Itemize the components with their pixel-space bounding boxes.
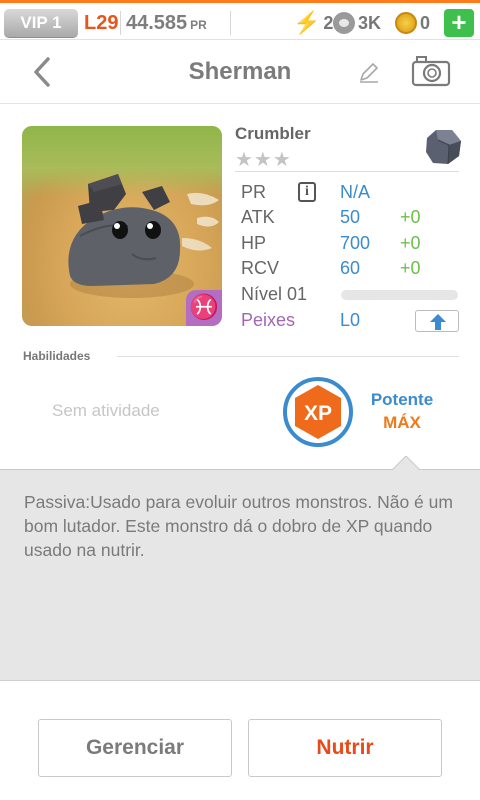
player-pr: 44.585 PR [126,12,207,35]
abilities-title: Habilidades [23,349,91,363]
vip-badge[interactable]: VIP 1 [4,9,78,37]
ability-description: Passiva:Usado para evoluir outros monstr… [24,492,453,560]
upgrade-sign-button[interactable] [415,310,459,332]
add-currency-button[interactable]: + [444,9,474,37]
status-bar: VIP 1 L29 44.585 PR ⚡ 2 3K 0 + [0,0,480,40]
sign-label: Peixes [241,310,296,330]
rcv-label: RCV [241,258,280,278]
energy-counter[interactable]: ⚡ 2 [293,10,334,35]
monster-species: Crumbler [235,124,311,143]
divider [230,11,231,35]
coin-icon [395,12,417,34]
hp-bonus: +0 [400,233,421,253]
pr-stat-value: N/A [340,182,371,202]
info-icon[interactable]: i [298,182,316,202]
rcv-value: 60 [340,258,361,278]
player-level: L29 [84,12,119,34]
atk-bonus: +0 [400,207,421,227]
level-label: Nível 01 [241,284,308,304]
pr-label: PR [241,182,267,202]
page-header: Sherman [0,40,480,104]
level-progress-bar [341,290,458,300]
energy-value: 2 [323,12,334,33]
pr-value: 44.585 [126,12,188,34]
xp-label: XP [304,402,332,425]
paw-counter[interactable]: 3K [333,11,381,35]
sign-level: L0 [340,310,361,330]
passive-ability-name: Potente [370,390,434,409]
divider [120,11,121,35]
passive-ability-level: MÁX [383,413,421,432]
manage-button[interactable]: Gerenciar [38,719,232,777]
atk-value: 50 [340,207,361,227]
coin-value: 0 [420,12,431,33]
divider [117,356,459,357]
page-title: Sherman [188,58,292,85]
star-rating: ★★★ [235,149,292,171]
rcv-bonus: +0 [400,258,421,278]
arrow-up-icon [430,314,446,330]
active-ability: Sem atividade [52,401,160,420]
rock-element-icon[interactable] [424,128,462,166]
description-pointer [392,456,420,470]
hp-value: 700 [340,233,371,253]
paw-icon [333,12,355,34]
paw-value: 3K [358,12,382,33]
pisces-sign-icon: ♓ [186,290,222,326]
coin-counter[interactable]: 0 [395,11,430,35]
hp-label: HP [241,233,267,253]
bolt-icon: ⚡ [293,10,321,35]
camera-icon[interactable] [411,54,451,88]
divider [235,171,459,172]
monster-portrait[interactable]: ♓ [22,126,222,326]
atk-label: ATK [241,207,275,227]
pencil-icon[interactable] [357,60,381,84]
feed-button[interactable]: Nutrir [248,719,442,777]
pr-unit: PR [190,18,207,32]
xp-ability-icon[interactable]: XP [283,377,353,447]
